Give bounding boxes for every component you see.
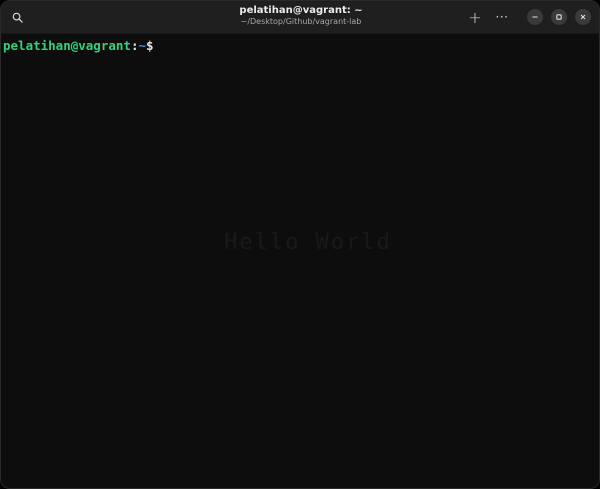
maximize-button[interactable] — [551, 9, 567, 25]
menu-button[interactable]: ··· — [491, 6, 513, 28]
new-tab-button[interactable]: + — [464, 6, 486, 28]
window-title: pelatihan@vagrant: ~ — [239, 5, 363, 16]
close-icon — [580, 14, 586, 20]
minimize-icon — [532, 16, 538, 18]
prompt-user-host: pelatihan@vagrant — [3, 38, 131, 53]
close-button[interactable] — [575, 9, 591, 25]
prompt-path: ~ — [138, 38, 146, 53]
title-bar[interactable]: pelatihan@vagrant: ~ ~/Desktop/Github/va… — [1, 1, 599, 34]
ellipsis-icon: ··· — [495, 10, 509, 24]
background-watermark: Hello World — [224, 230, 392, 255]
plus-icon: + — [468, 7, 482, 27]
window-titles: pelatihan@vagrant: ~ ~/Desktop/Github/va… — [151, 6, 451, 26]
minimize-button[interactable] — [527, 9, 543, 25]
search-icon — [12, 12, 23, 23]
terminal-window: pelatihan@vagrant: ~ ~/Desktop/Github/va… — [0, 0, 600, 489]
window-subtitle: ~/Desktop/Github/vagrant-lab — [240, 17, 362, 26]
search-button[interactable] — [6, 6, 28, 28]
shell-prompt: pelatihan@vagrant:~$ — [3, 38, 154, 53]
prompt-symbol: $ — [146, 38, 154, 53]
terminal-area[interactable]: pelatihan@vagrant:~$ Hello World — [1, 34, 599, 488]
maximize-icon — [556, 14, 562, 20]
